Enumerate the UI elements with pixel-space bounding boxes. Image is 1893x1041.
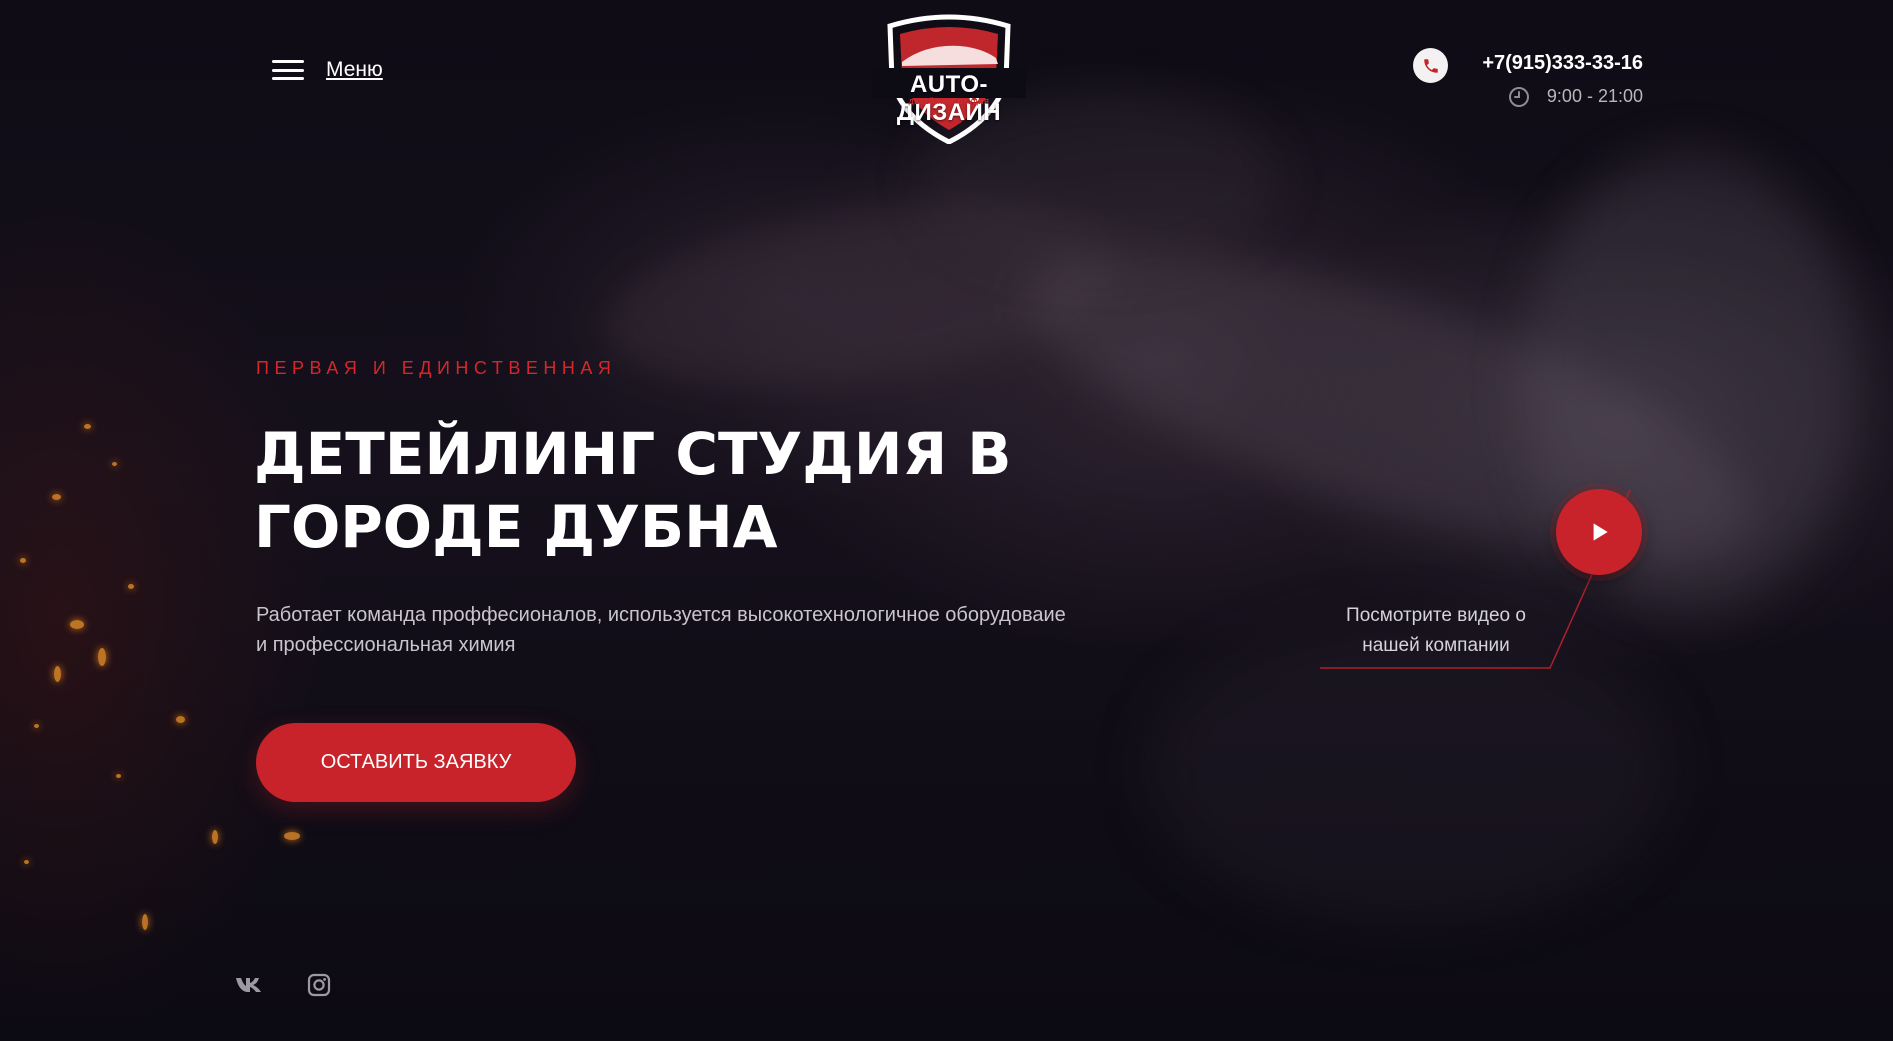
spark-particle bbox=[128, 584, 134, 589]
background-photo-shape bbox=[590, 174, 1130, 416]
page-title: ДЕТЕЙЛИНГ СТУДИЯ В ГОРОДЕ ДУБНА bbox=[254, 420, 1012, 561]
background-photo-shape bbox=[1150, 620, 1670, 920]
clock-icon bbox=[1509, 87, 1529, 107]
spark-particle bbox=[20, 558, 26, 563]
menu-label: Меню bbox=[326, 58, 383, 81]
spark-particle bbox=[98, 648, 106, 666]
spark-particle bbox=[34, 724, 39, 728]
logo[interactable]: AUTO-ДИЗАЙН ДЕТЕЙЛИНГ СТУДИЯ bbox=[866, 14, 1032, 145]
hamburger-icon bbox=[272, 60, 304, 80]
spark-particle bbox=[70, 620, 84, 629]
spark-particle bbox=[176, 716, 185, 723]
menu-button[interactable]: Меню bbox=[272, 58, 383, 82]
spark-particle bbox=[142, 914, 148, 930]
background-photo-shape bbox=[996, 187, 1784, 623]
spark-particle bbox=[54, 666, 61, 682]
hero-eyebrow: ПЕРВАЯ И ЕДИНСТВЕННАЯ bbox=[256, 358, 617, 378]
spark-particle bbox=[116, 774, 121, 778]
spark-particle bbox=[284, 832, 300, 840]
request-button[interactable]: ОСТАВИТЬ ЗАЯВКУ bbox=[256, 723, 576, 802]
instagram-link[interactable] bbox=[303, 972, 335, 998]
vk-icon bbox=[236, 978, 261, 992]
hero-section: Меню AUTO-ДИЗАЙН ДЕТЕЙЛИНГ СТУДИЯ +7(915… bbox=[0, 0, 1893, 1041]
instagram-icon bbox=[307, 973, 331, 997]
phone-number-link[interactable]: +7(915)333-33-16 bbox=[1470, 52, 1643, 75]
play-icon bbox=[1593, 523, 1608, 541]
vk-link[interactable] bbox=[234, 972, 266, 998]
spark-particle bbox=[212, 830, 218, 844]
logo-subtitle: ДЕТЕЙЛИНГ СТУДИЯ bbox=[908, 99, 990, 106]
spark-particle bbox=[84, 424, 91, 429]
spark-particle bbox=[52, 494, 61, 500]
working-hours: 9:00 - 21:00 bbox=[1546, 86, 1643, 106]
spark-particle bbox=[24, 860, 29, 864]
hero-description: Работает команда проффесионалов, использ… bbox=[256, 604, 1066, 656]
spark-particle bbox=[112, 462, 117, 466]
phone-icon[interactable] bbox=[1413, 48, 1448, 83]
play-video-button[interactable] bbox=[1556, 489, 1642, 575]
video-caption: Посмотрите видео о нашей компании bbox=[1346, 605, 1526, 656]
